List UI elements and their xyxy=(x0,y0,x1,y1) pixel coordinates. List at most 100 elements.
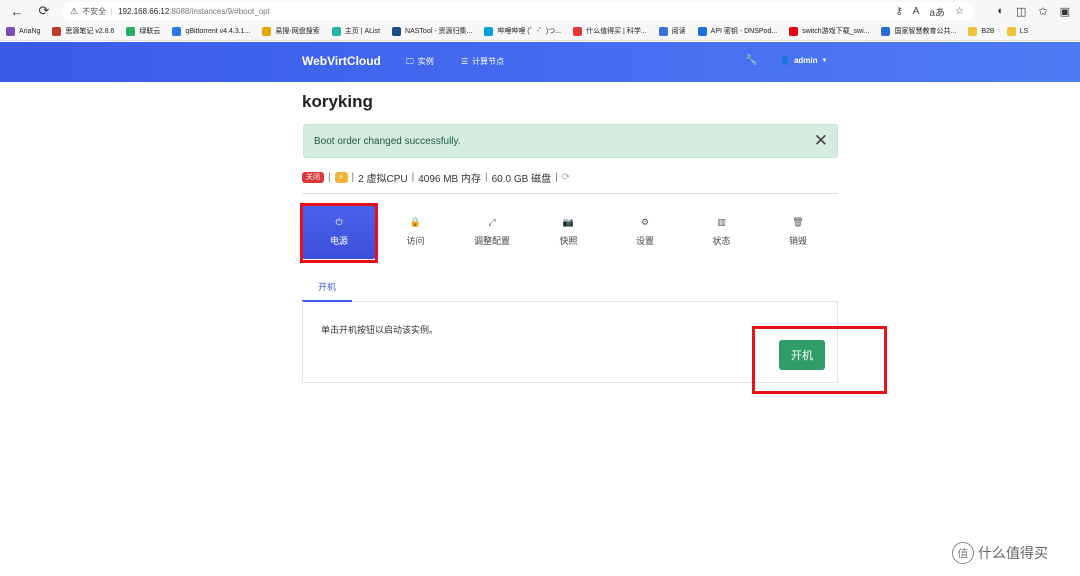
translate-icon[interactable]: aあ xyxy=(929,4,945,19)
bookmark-icon xyxy=(658,26,668,36)
bookmark-icon xyxy=(52,26,62,36)
bookmark-icon xyxy=(789,26,799,36)
bookmark-icon xyxy=(6,26,15,36)
tab-label: 快照 xyxy=(559,236,578,246)
nav-instances[interactable]: 🖵 实例 xyxy=(406,56,434,67)
bookmark-item[interactable]: NASTool - 资源归集... xyxy=(392,26,472,36)
watermark-logo: 值 xyxy=(952,542,974,564)
bookmark-item[interactable]: LS xyxy=(1006,26,1029,36)
bookmark-label: qBittorrent v4.4.3.1... xyxy=(185,27,251,35)
bookmark-item[interactable]: 思源笔记 v2.8.6 xyxy=(52,26,114,36)
browser-address-bar: ← ⟳ ⚠ 不安全 | 192.168.66.12 :8088/instance… xyxy=(0,0,1080,22)
refresh-icon[interactable]: ⟳ xyxy=(33,0,55,22)
disk-info: 60.0 GB 磁盘 xyxy=(491,173,552,185)
read-aloud-icon[interactable]: A xyxy=(913,6,920,17)
url-tools: ⚷ A aあ ☆ xyxy=(895,2,964,20)
bookmark-icon xyxy=(172,26,182,36)
info-separator: | xyxy=(485,171,488,183)
bookmark-label: B2B xyxy=(981,27,995,35)
vcpu-info: 2 虚拟CPU xyxy=(358,173,408,185)
alert-message: Boot order changed successfully. xyxy=(314,136,461,147)
bookmark-icon xyxy=(262,26,272,36)
info-separator: | xyxy=(328,171,331,183)
expand-icon: ⤢ xyxy=(488,217,496,227)
bookmark-icon xyxy=(392,26,402,36)
bookmark-label: 思源笔记 v2.8.6 xyxy=(65,28,115,35)
bookmark-icon xyxy=(573,26,583,36)
info-separator: | xyxy=(411,171,415,183)
url-path: :8088/instances/9/#boot_opt xyxy=(169,6,270,16)
subtab-power-on[interactable]: 开机 xyxy=(302,272,352,302)
highlight-box xyxy=(752,326,887,394)
tab-resize[interactable]: ⤢ 调整配置 xyxy=(455,205,529,259)
bookmark-label: 主页 | AList xyxy=(344,28,381,35)
user-icon: 👤 xyxy=(780,56,790,65)
bookmark-icon xyxy=(1006,26,1016,36)
collections-icon[interactable]: ▣ xyxy=(1060,5,1070,18)
bookmark-item[interactable]: 主页 | AList xyxy=(331,26,381,36)
bookmark-icon xyxy=(697,26,707,36)
highlight-box xyxy=(300,203,378,263)
power-subtabs: 开机 xyxy=(302,272,838,302)
browser-extension-icon[interactable]: ◐ xyxy=(997,5,1004,17)
security-label: 不安全 xyxy=(82,6,107,16)
bookmark-label: NASTool - 资源归集... xyxy=(405,28,473,35)
tab-label: 访问 xyxy=(406,236,425,246)
brand-logo[interactable]: WebVirtCloud xyxy=(302,54,381,68)
tab-label: 状态 xyxy=(712,236,731,246)
back-icon[interactable]: ← xyxy=(6,0,28,22)
bookmark-item[interactable]: switch游戏下载_swi... xyxy=(789,26,869,36)
tab-settings[interactable]: ⚙ 设置 xyxy=(608,205,682,259)
watermark: 值 什么值得买 xyxy=(952,542,1048,564)
instance-tabs: ⏻ 电源 🔒 访问 ⤢ 调整配置 📷 快照 ⚙ 设置 ▥ 状态 🗑 销毁 xyxy=(302,205,838,259)
bookmark-item[interactable]: B2B xyxy=(968,26,995,36)
bookmark-item[interactable]: 易搜-网盘搜索 xyxy=(262,26,320,36)
bookmark-label: 哔哩哔哩 (゜-゜)つ... xyxy=(497,28,562,35)
key-icon[interactable]: ⚷ xyxy=(895,6,902,17)
user-name: admin xyxy=(793,56,818,65)
lightning-icon: ⚡ xyxy=(334,171,348,183)
browser-toolbar: ◐ ◫ ✩ ▣ xyxy=(997,0,1080,22)
favorite-star-icon[interactable]: ☆ xyxy=(955,6,964,17)
bookmark-item[interactable]: 哔哩哔哩 (゜-゜)つ... xyxy=(484,26,561,36)
tab-snapshot[interactable]: 📷 快照 xyxy=(532,205,606,259)
warning-icon: ⚠ xyxy=(70,5,79,16)
tab-destroy[interactable]: 🗑 销毁 xyxy=(761,205,835,259)
monitor-icon: 🖵 xyxy=(406,56,414,66)
bookmark-label: LS xyxy=(1019,27,1029,35)
bookmark-icon xyxy=(968,26,978,36)
bookmark-label: switch游戏下载_swi... xyxy=(802,28,870,35)
url-bar[interactable]: ⚠ 不安全 | 192.168.66.12 :8088/instances/9/… xyxy=(62,2,974,20)
section-divider xyxy=(302,193,838,194)
bookmarks-bar: AriaNg 思源笔记 v2.8.6 绿联云 qBittorrent v4.4.3.1… xyxy=(0,22,1080,41)
status-badge: 关闭 xyxy=(302,171,324,183)
app-navbar: WebVirtCloud 🖵 实例 ☰ 计算节点 🔧 👤 admin ▼ xyxy=(0,42,1080,82)
bookmark-icon xyxy=(484,26,494,36)
bookmark-label: AriaNg xyxy=(19,27,41,35)
favorites-icon[interactable]: ✩ xyxy=(1038,5,1047,18)
tab-access[interactable]: 🔒 访问 xyxy=(379,205,453,259)
close-icon[interactable]: ✕ xyxy=(814,131,828,151)
url-separator: | xyxy=(110,6,113,16)
bookmark-item[interactable]: API 密钥 - DNSPod... xyxy=(697,26,778,36)
tab-stats[interactable]: ▥ 状态 xyxy=(685,205,759,259)
trash-icon: 🗑 xyxy=(792,217,804,227)
url-host: 192.168.66.12 xyxy=(118,6,170,16)
info-separator: | xyxy=(351,171,355,183)
bookmark-item[interactable]: qBittorrent v4.4.3.1... xyxy=(172,26,251,36)
wrench-icon[interactable]: 🔧 xyxy=(745,55,757,66)
bookmark-icon xyxy=(881,26,891,36)
bookmark-item[interactable]: AriaNg xyxy=(6,26,41,36)
user-menu[interactable]: 👤 admin ▼ xyxy=(780,56,827,65)
bookmark-label: API 密钥 - DNSPod... xyxy=(710,28,778,35)
success-alert: Boot order changed successfully. ✕ xyxy=(303,124,838,158)
split-screen-icon[interactable]: ◫ xyxy=(1016,5,1026,18)
bookmark-item[interactable]: 什么值得买 | 科学... xyxy=(573,26,647,36)
refresh-icon[interactable]: ⟳ xyxy=(562,172,570,183)
bookmark-item[interactable]: 阅读 xyxy=(658,26,686,36)
watermark-text: 什么值得买 xyxy=(978,545,1048,561)
nav-instances-label: 实例 xyxy=(417,57,434,66)
nav-compute-nodes[interactable]: ☰ 计算节点 xyxy=(461,56,504,67)
bookmark-item[interactable]: 国家智慧教育公共... xyxy=(881,26,956,36)
bookmark-item[interactable]: 绿联云 xyxy=(126,26,160,36)
